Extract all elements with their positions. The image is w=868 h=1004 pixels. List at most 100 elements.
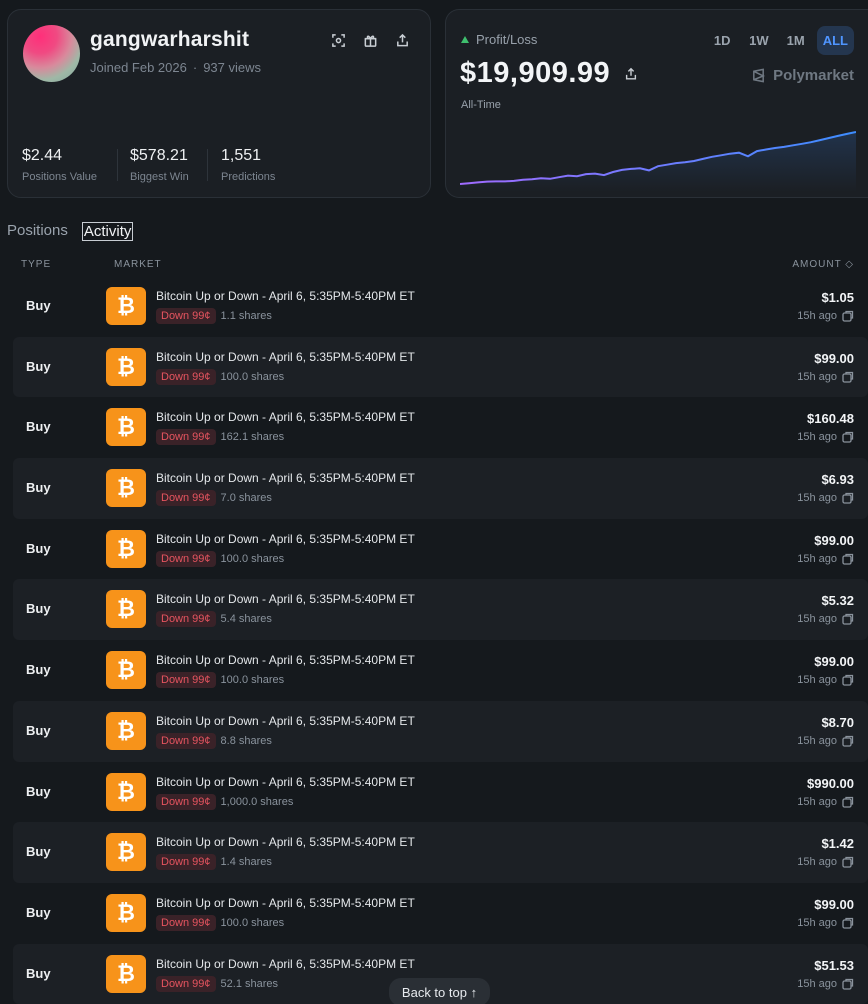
time-ago: 15h ago: [797, 431, 837, 444]
time-ago: 15h ago: [797, 977, 837, 990]
market-title[interactable]: Bitcoin Up or Down - April 6, 5:35PM-5:4…: [156, 350, 415, 364]
table-row[interactable]: Buy ₿ Bitcoin Up or Down - April 6, 5:35…: [13, 276, 868, 337]
range-tab-1d[interactable]: 1D: [707, 26, 737, 55]
external-link-icon[interactable]: [842, 431, 854, 444]
row-amount: $8.70: [821, 714, 854, 730]
external-link-icon[interactable]: [842, 492, 854, 504]
row-amount: $99.00: [814, 350, 854, 366]
table-row[interactable]: Buy ₿ Bitcoin Up or Down - April 6, 5:35…: [13, 519, 868, 580]
row-details: Down 99¢ 100.0 shares: [156, 672, 284, 689]
profile-meta: Joined Feb 2026 · 937 views: [90, 60, 261, 75]
header-type: TYPE: [21, 259, 52, 270]
stat-predictions: 1,551 Predictions: [221, 147, 275, 183]
market-title[interactable]: Bitcoin Up or Down - April 6, 5:35PM-5:4…: [156, 592, 415, 606]
row-details: Down 99¢ 100.0 shares: [156, 550, 284, 567]
tab-activity[interactable]: Activity: [81, 222, 134, 241]
share-icon[interactable]: [624, 67, 638, 86]
table-row[interactable]: Buy ₿ Bitcoin Up or Down - April 6, 5:35…: [13, 397, 868, 458]
market-title[interactable]: Bitcoin Up or Down - April 6, 5:35PM-5:4…: [156, 775, 415, 789]
stat-divider: [207, 149, 208, 181]
external-link-icon[interactable]: [842, 856, 854, 868]
row-amount: $51.53: [814, 957, 854, 973]
time-ago: 15h ago: [797, 552, 837, 565]
external-link-icon[interactable]: [842, 371, 854, 383]
header-market: MARKET: [114, 259, 162, 270]
row-type: Buy: [26, 965, 51, 981]
time-ago: 15h ago: [797, 370, 837, 383]
row-details: Down 99¢ 52.1 shares: [156, 975, 279, 992]
joined-date: Joined Feb 2026: [90, 60, 187, 75]
row-type: Buy: [26, 298, 51, 313]
row-amount: $1.05: [821, 290, 854, 305]
table-row[interactable]: Buy ₿ Bitcoin Up or Down - April 6, 5:35…: [13, 458, 868, 519]
market-title[interactable]: Bitcoin Up or Down - April 6, 5:35PM-5:4…: [156, 714, 415, 728]
polymarket-icon: [753, 68, 766, 83]
range-tab-all[interactable]: ALL: [816, 26, 854, 55]
market-title[interactable]: Bitcoin Up or Down - April 6, 5:35PM-5:4…: [156, 835, 415, 849]
external-link-icon[interactable]: [842, 553, 854, 565]
row-type: Buy: [26, 540, 51, 556]
shares-count: 52.1 shares: [220, 977, 279, 990]
row-time: 15h ago: [797, 613, 854, 625]
time-ago: 15h ago: [797, 916, 837, 929]
shares-count: 1.1 shares: [220, 310, 272, 322]
row-details: Down 99¢ 7.0 shares: [156, 490, 272, 507]
bitcoin-icon: ₿: [106, 893, 146, 932]
row-time: 15h ago: [797, 856, 854, 868]
row-details: Down 99¢ 1.4 shares: [156, 854, 272, 871]
qr-scan-icon[interactable]: [330, 32, 346, 48]
row-amount: $6.93: [821, 472, 854, 488]
outcome-badge: Down 99¢: [156, 490, 216, 507]
range-tab-1m[interactable]: 1M: [781, 26, 811, 55]
meta-separator: ·: [192, 60, 198, 75]
row-type: Buy: [26, 722, 51, 738]
table-row[interactable]: Buy ₿ Bitcoin Up or Down - April 6, 5:35…: [13, 579, 868, 641]
bitcoin-icon: ₿: [106, 287, 146, 325]
table-row[interactable]: Buy ₿ Bitcoin Up or Down - April 6, 5:35…: [13, 336, 868, 398]
external-link-icon[interactable]: [842, 796, 854, 808]
row-type: Buy: [26, 480, 51, 496]
row-type: Buy: [26, 358, 51, 374]
header-amount[interactable]: AMOUNT ◇: [792, 259, 854, 270]
external-link-icon[interactable]: [842, 613, 854, 626]
external-link-icon[interactable]: [842, 917, 854, 929]
row-time: 15h ago: [797, 917, 854, 929]
table-row[interactable]: Buy ₿ Bitcoin Up or Down - April 6, 5:35…: [13, 822, 868, 883]
back-to-top-button[interactable]: Back to top ↑: [389, 978, 490, 1004]
table-row[interactable]: Buy ₿ Bitcoin Up or Down - April 6, 5:35…: [13, 883, 868, 944]
outcome-badge: Down 99¢: [156, 732, 216, 749]
market-title[interactable]: Bitcoin Up or Down - April 6, 5:35PM-5:4…: [156, 410, 415, 424]
market-title[interactable]: Bitcoin Up or Down - April 6, 5:35PM-5:4…: [156, 532, 415, 546]
market-title[interactable]: Bitcoin Up or Down - April 6, 5:35PM-5:4…: [156, 471, 415, 485]
share-icon[interactable]: [394, 32, 410, 48]
outcome-badge: Down 99¢: [156, 611, 216, 628]
time-ago: 15h ago: [797, 310, 837, 322]
time-ago: 15h ago: [797, 674, 837, 687]
external-link-icon[interactable]: [842, 674, 854, 686]
external-link-icon[interactable]: [842, 978, 854, 990]
outcome-badge: Down 99¢: [156, 308, 216, 324]
external-link-icon[interactable]: [842, 735, 854, 747]
view-count: 937 views: [203, 60, 262, 75]
table-row[interactable]: Buy ₿ Bitcoin Up or Down - April 6, 5:35…: [13, 762, 868, 823]
market-title[interactable]: Bitcoin Up or Down - April 6, 5:35PM-5:4…: [156, 653, 415, 667]
table-row[interactable]: Buy ₿ Bitcoin Up or Down - April 6, 5:35…: [13, 640, 868, 701]
time-ago: 15h ago: [797, 795, 837, 808]
market-title[interactable]: Bitcoin Up or Down - April 6, 5:35PM-5:4…: [156, 957, 415, 971]
market-title[interactable]: Bitcoin Up or Down - April 6, 5:35PM-5:4…: [156, 896, 415, 910]
time-ago: 15h ago: [797, 856, 837, 869]
range-tab-1w[interactable]: 1W: [743, 26, 775, 55]
external-link-icon[interactable]: [842, 310, 854, 322]
row-type: Buy: [26, 601, 51, 617]
row-time: 15h ago: [797, 796, 854, 808]
market-title[interactable]: Bitcoin Up or Down - April 6, 5:35PM-5:4…: [156, 289, 415, 303]
gift-icon[interactable]: [362, 32, 378, 48]
row-time: 15h ago: [797, 674, 854, 686]
table-row[interactable]: Buy ₿ Bitcoin Up or Down - April 6, 5:35…: [13, 700, 868, 762]
avatar[interactable]: [23, 25, 80, 82]
tab-positions[interactable]: Positions: [7, 222, 68, 241]
row-time: 15h ago: [797, 492, 854, 504]
shares-count: 7.0 shares: [220, 492, 272, 505]
outcome-badge: Down 99¢: [156, 793, 216, 810]
row-time: 15h ago: [797, 553, 854, 565]
